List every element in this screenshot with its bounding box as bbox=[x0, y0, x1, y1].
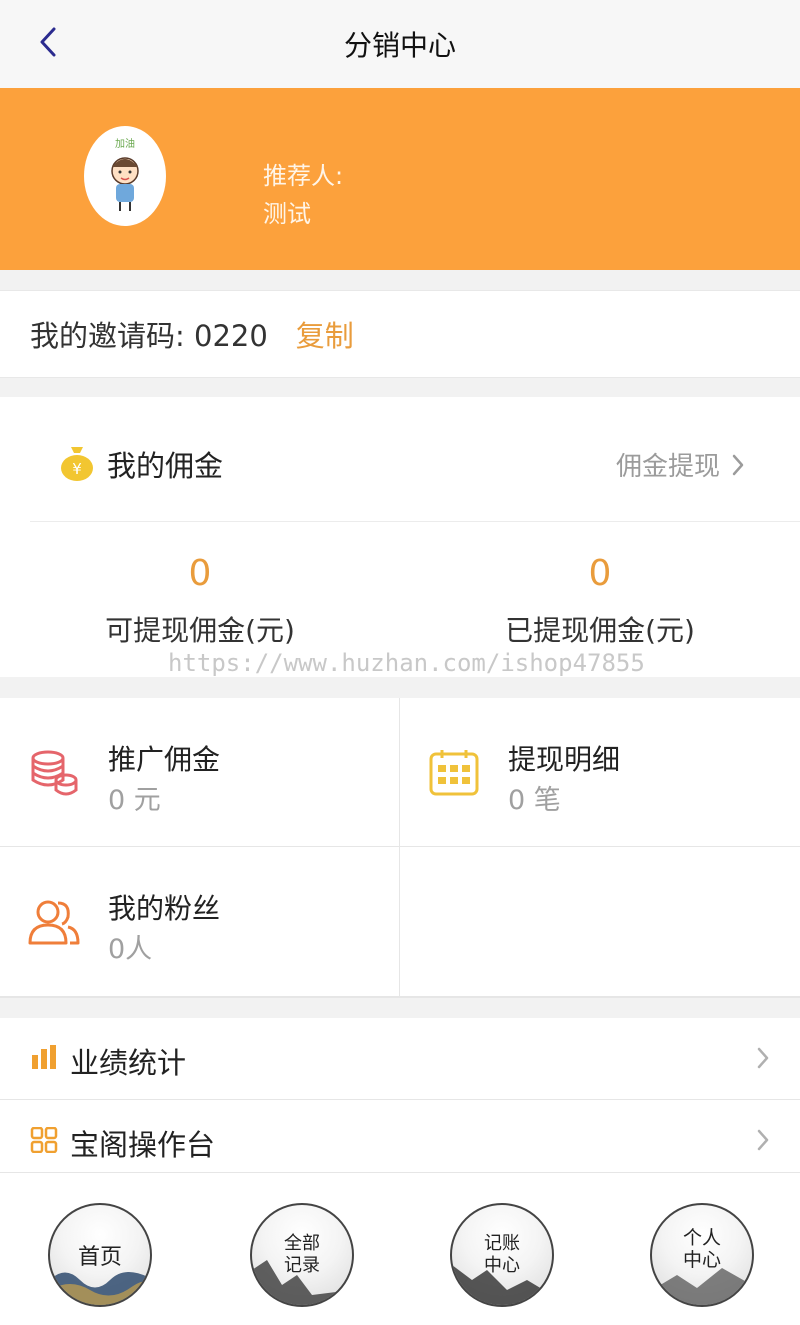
withdraw-link-label: 佣金提现 bbox=[615, 452, 720, 482]
invite-code-label: 我的邀请码: 0220 bbox=[30, 319, 268, 353]
tab-label-line: 个人 bbox=[682, 1227, 721, 1249]
withdraw-link[interactable]: 佣金提现 bbox=[616, 446, 744, 483]
watermark-url: https://www.huzhan.com/ishop47855 bbox=[168, 649, 645, 677]
tab-home[interactable]: 首页 bbox=[48, 1203, 152, 1307]
grid-item-withdraw-details[interactable]: 提现明细 0 笔 bbox=[400, 698, 799, 847]
menu-item-console[interactable]: 宝阁操作台 bbox=[0, 1100, 800, 1182]
tab-label-line: 中心 bbox=[484, 1255, 520, 1276]
bar-chart-icon bbox=[32, 1045, 56, 1069]
tab-label-line: 全部 bbox=[284, 1233, 320, 1254]
tab-label: 记账 中心 bbox=[452, 1233, 552, 1277]
bottom-tab-bar: 首页 全部 记录 记账 中心 个人 中心 bbox=[0, 1172, 800, 1325]
commission-card: ¥ 我的佣金 佣金提现 0 可提现佣金(元) 0 已提现佣金(元) https:… bbox=[0, 397, 800, 677]
grid-item-value: 0人 bbox=[108, 934, 153, 965]
grid-divider-bottom bbox=[0, 996, 800, 998]
grid-item-promotion-commission[interactable]: 推广佣金 0 元 bbox=[0, 698, 399, 847]
referrer-label: 推荐人: bbox=[263, 162, 344, 190]
chevron-right-icon bbox=[757, 1047, 769, 1069]
grid-divider-vertical bbox=[399, 698, 400, 996]
commission-title: 我的佣金 bbox=[107, 449, 224, 483]
chevron-left-icon bbox=[40, 27, 56, 57]
tab-label-line: 记账 bbox=[484, 1233, 520, 1254]
chevron-right-icon bbox=[732, 454, 744, 475]
svg-text:加油: 加油 bbox=[115, 137, 135, 150]
chevron-right-icon bbox=[757, 1129, 769, 1151]
menu-item-label: 业绩统计 bbox=[70, 1046, 187, 1080]
money-bag-icon: ¥ bbox=[61, 447, 93, 481]
avatar-cartoon-icon: 加油 bbox=[111, 137, 139, 211]
users-icon bbox=[28, 900, 80, 945]
back-button[interactable] bbox=[30, 22, 66, 62]
grid-item-value: 0 元 bbox=[108, 785, 161, 816]
divider bbox=[30, 521, 800, 522]
svg-text:¥: ¥ bbox=[72, 460, 82, 478]
invite-code-row: 我的邀请码: 0220 复制 bbox=[0, 290, 800, 378]
tab-bookkeeping-center[interactable]: 记账 中心 bbox=[450, 1203, 554, 1307]
tab-label: 个人 中心 bbox=[652, 1227, 752, 1271]
tab-label-line: 记录 bbox=[284, 1255, 320, 1276]
referrer-name: 测试 bbox=[263, 200, 311, 228]
tab-label-line: 中心 bbox=[682, 1249, 721, 1271]
commission-header: ¥ 我的佣金 佣金提现 bbox=[0, 397, 800, 521]
stat-withdrawn-caption: 已提现佣金(元) bbox=[505, 614, 695, 647]
tab-label: 全部 记录 bbox=[252, 1233, 352, 1277]
grid-item-value: 0 笔 bbox=[508, 785, 561, 816]
stat-withdrawn: 0 已提现佣金(元) bbox=[400, 553, 800, 649]
grid-item-name: 我的粉丝 bbox=[108, 892, 221, 925]
tab-all-records[interactable]: 全部 记录 bbox=[250, 1203, 354, 1307]
tab-personal-center[interactable]: 个人 中心 bbox=[650, 1203, 754, 1307]
menu-item-performance-stats[interactable]: 业绩统计 bbox=[0, 1018, 800, 1100]
menu-list: 业绩统计 宝阁操作台 bbox=[0, 1018, 800, 1182]
coins-stack-icon bbox=[31, 750, 78, 796]
calendar-icon bbox=[429, 750, 479, 796]
grid-item-my-fans[interactable]: 我的粉丝 0人 bbox=[0, 847, 399, 996]
stat-available-value: 0 bbox=[188, 553, 212, 594]
avatar[interactable]: 加油 bbox=[84, 126, 166, 226]
copy-button[interactable]: 复制 bbox=[296, 313, 354, 355]
feature-grid: 推广佣金 0 元 提现明细 0 笔 我的粉丝 0人 bbox=[0, 698, 800, 998]
grid-item-name: 推广佣金 bbox=[108, 743, 221, 776]
nav-bar: 分销中心 bbox=[0, 0, 800, 89]
grid-divider-horizontal bbox=[0, 846, 800, 847]
menu-item-label: 宝阁操作台 bbox=[70, 1128, 216, 1162]
page-title: 分销中心 bbox=[343, 29, 456, 62]
grid-item-name: 提现明细 bbox=[508, 743, 621, 776]
stat-withdrawn-value: 0 bbox=[588, 553, 612, 594]
tab-label: 首页 bbox=[77, 1245, 122, 1270]
stat-available: 0 可提现佣金(元) bbox=[0, 553, 400, 649]
profile-banner: 加油 推荐人: 测试 bbox=[0, 88, 800, 270]
grid-icon bbox=[30, 1127, 58, 1153]
stat-available-caption: 可提现佣金(元) bbox=[105, 614, 295, 647]
